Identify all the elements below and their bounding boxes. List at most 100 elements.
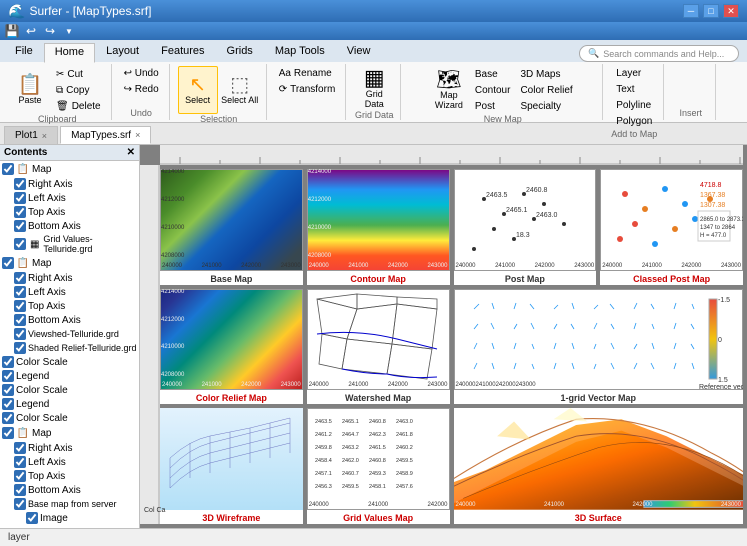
delete-button[interactable]: 🗑 Delete <box>52 99 105 114</box>
qat-redo[interactable]: ↪ <box>42 23 58 39</box>
sidebar-item-bottom-axis1[interactable]: Bottom Axis <box>0 219 139 233</box>
sidebar-item-shaded-relief[interactable]: Shaded Relief-Telluride.grd <box>0 341 139 355</box>
qat-undo[interactable]: ↩ <box>23 23 39 39</box>
sidebar-item-map1[interactable]: 📋 Map <box>0 161 139 177</box>
tab-maptypes[interactable]: MapTypes.srf × <box>60 126 151 144</box>
polygon-button[interactable]: Polygon <box>612 114 656 129</box>
text-button[interactable]: Text <box>612 82 656 97</box>
specialty-button[interactable]: Specialty <box>516 99 576 114</box>
select-all-button[interactable]: ⬚ Select All <box>220 66 260 114</box>
sidebar-checkbox-left3[interactable] <box>14 456 26 468</box>
sidebar-checkbox-left1[interactable] <box>14 192 26 204</box>
tab-plot1[interactable]: Plot1 × <box>4 126 58 144</box>
sidebar-item-top-axis3[interactable]: Top Axis <box>0 469 139 483</box>
map-cell-surface[interactable]: 240000241000242000243000 3D Surface <box>454 408 744 524</box>
sidebar-item-left-axis2[interactable]: Left Axis <box>0 285 139 299</box>
sidebar-checkbox-cs2[interactable] <box>2 384 14 396</box>
sidebar-item-left-axis1[interactable]: Left Axis <box>0 191 139 205</box>
sidebar-checkbox-map1[interactable] <box>2 163 14 175</box>
map-cell-watershed[interactable]: 240000241000242000243000 Watershed Map <box>307 289 450 405</box>
sidebar-item-color-scale2[interactable]: Color Scale <box>0 383 139 397</box>
sidebar-checkbox-cs3[interactable] <box>2 412 14 424</box>
contour-button[interactable]: Contour <box>471 83 515 98</box>
sidebar-checkbox-viewshed[interactable] <box>14 328 26 340</box>
sidebar-item-top-axis2[interactable]: Top Axis <box>0 299 139 313</box>
polyline-button[interactable]: Polyline <box>612 98 656 113</box>
sidebar-item-grid-values[interactable]: ▦ Grid Values-Telluride.grd <box>0 233 139 255</box>
sidebar-item-image[interactable]: Image <box>0 511 139 525</box>
layer-button[interactable]: Layer <box>612 66 656 81</box>
paste-button[interactable]: 📋 Paste <box>10 66 50 114</box>
sidebar-checkbox-img[interactable] <box>26 512 38 524</box>
tab-plot1-close[interactable]: × <box>42 131 47 141</box>
3d-map-button[interactable]: 3D Maps <box>516 67 576 82</box>
tab-grids[interactable]: Grids <box>216 42 264 62</box>
sidebar-item-left-axis3[interactable]: Left Axis <box>0 455 139 469</box>
tab-maptypes-close[interactable]: × <box>135 130 140 140</box>
tab-home[interactable]: Home <box>44 43 95 63</box>
grid-data-button[interactable]: ▦ Grid Data <box>354 66 394 110</box>
sidebar-item-map2[interactable]: 📋 Map <box>0 255 139 271</box>
cut-button[interactable]: ✂ Cut <box>52 67 105 82</box>
tab-features[interactable]: Features <box>150 42 215 62</box>
sidebar-checkbox-bottom2[interactable] <box>14 314 26 326</box>
sidebar-item-legend2[interactable]: Legend <box>0 397 139 411</box>
post-button[interactable]: Post <box>471 99 515 114</box>
sidebar-checkbox-gv[interactable] <box>14 238 26 250</box>
map-cell-grid-values[interactable]: 2463.5 2465.1 2460.8 2463.0 2461.2 2464.… <box>307 408 450 524</box>
sidebar-close-icon[interactable]: ✕ <box>127 147 135 158</box>
color-relief-button[interactable]: Color Relief <box>516 83 576 98</box>
sidebar-item-right-axis3[interactable]: Right Axis <box>0 441 139 455</box>
sidebar-item-top-axis1[interactable]: Top Axis <box>0 205 139 219</box>
tab-layout[interactable]: Layout <box>95 42 150 62</box>
sidebar-checkbox-cs1[interactable] <box>2 356 14 368</box>
transform-button[interactable]: ⟳ Transform <box>275 82 340 97</box>
sidebar-checkbox-map2[interactable] <box>2 257 14 269</box>
tab-file[interactable]: File <box>4 42 44 62</box>
sidebar-checkbox-top2[interactable] <box>14 300 26 312</box>
sidebar-item-base-map-server[interactable]: Base map from server <box>0 497 139 511</box>
minimize-button[interactable]: ─ <box>683 4 699 18</box>
undo-button[interactable]: ↩ Undo <box>120 66 163 81</box>
sidebar-item-bottom-axis2[interactable]: Bottom Axis <box>0 313 139 327</box>
sidebar-item-right-axis1[interactable]: Right Axis <box>0 177 139 191</box>
tab-map-tools[interactable]: Map Tools <box>264 42 336 62</box>
sidebar-checkbox-map3[interactable] <box>2 427 14 439</box>
tab-view[interactable]: View <box>336 42 382 62</box>
map-cell-post[interactable]: 2463.5 2465.1 2460.8 2463.0 18.3 2400002… <box>454 169 597 285</box>
close-button[interactable]: ✕ <box>723 4 739 18</box>
map-cell-color-relief[interactable]: 240000241000242000243000 421400042120004… <box>160 289 303 405</box>
maximize-button[interactable]: □ <box>703 4 719 18</box>
map-cell-base[interactable]: 240000241000242000243000 421400042120004… <box>160 169 303 285</box>
select-button[interactable]: ↖ Select <box>178 66 218 114</box>
sidebar-item-bottom-axis3[interactable]: Bottom Axis <box>0 483 139 497</box>
sidebar-item-color-scale1[interactable]: Color Scale <box>0 355 139 369</box>
sidebar-item-map3[interactable]: 📋 Map <box>0 425 139 441</box>
sidebar-checkbox-sr[interactable] <box>14 342 26 354</box>
map-wizard-button[interactable]: 🗺 Map Wizard <box>429 66 469 114</box>
map-cell-vector[interactable]: -1.5 0 1.5 Reference vectors 24000024100… <box>454 289 744 405</box>
search-bar[interactable]: 🔍 Search commands and Help... <box>579 45 739 62</box>
sidebar-checkbox-bottom1[interactable] <box>14 220 26 232</box>
sidebar-checkbox-left2[interactable] <box>14 286 26 298</box>
map-cell-contour[interactable]: 240000241000242000243000 421400042120004… <box>307 169 450 285</box>
sidebar-checkbox-right3[interactable] <box>14 442 26 454</box>
map-cell-classed-post[interactable]: 4718.8 1367.38 1307.38 2865.0 to 2873.3 … <box>600 169 743 285</box>
redo-button[interactable]: ↪ Redo <box>120 82 163 97</box>
qat-save[interactable]: 💾 <box>4 23 20 39</box>
sidebar-checkbox-bottom3[interactable] <box>14 484 26 496</box>
rename-button[interactable]: Aa Rename <box>275 66 340 81</box>
qat-dropdown[interactable]: ▼ <box>61 23 77 39</box>
sidebar-checkbox-right2[interactable] <box>14 272 26 284</box>
sidebar-checkbox-leg1[interactable] <box>2 370 14 382</box>
sidebar-checkbox-top3[interactable] <box>14 470 26 482</box>
sidebar-checkbox-right1[interactable] <box>14 178 26 190</box>
copy-button[interactable]: ⧉ Copy <box>52 83 105 98</box>
sidebar-checkbox-leg2[interactable] <box>2 398 14 410</box>
sidebar-item-legend1[interactable]: Legend <box>0 369 139 383</box>
map-cell-wireframe[interactable]: 3D Wireframe <box>160 408 303 524</box>
sidebar-item-right-axis2[interactable]: Right Axis <box>0 271 139 285</box>
sidebar-item-color-scale3[interactable]: Color Scale <box>0 411 139 425</box>
base-button[interactable]: Base <box>471 67 515 82</box>
sidebar-checkbox-bms[interactable] <box>14 498 26 510</box>
